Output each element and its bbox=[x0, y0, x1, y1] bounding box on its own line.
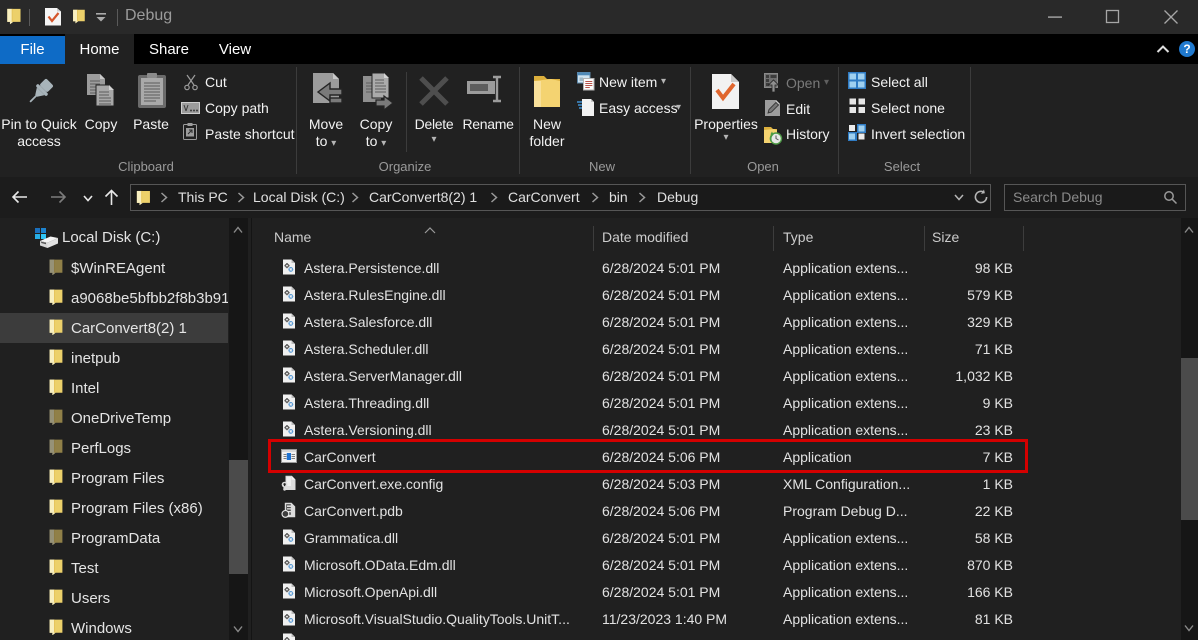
svg-text:?: ? bbox=[1183, 42, 1190, 56]
